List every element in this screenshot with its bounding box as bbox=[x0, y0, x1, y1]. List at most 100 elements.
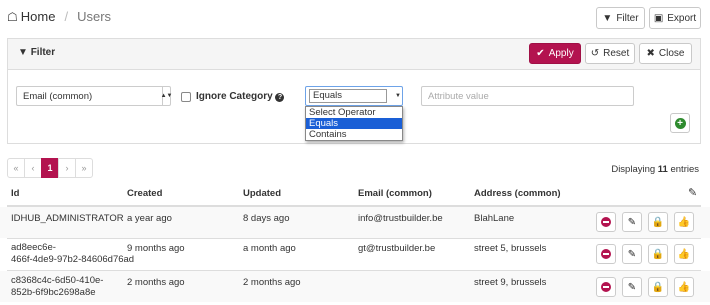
ignore-category-label: Ignore Category ? bbox=[196, 91, 285, 102]
pencil-icon: ✎ bbox=[627, 281, 637, 293]
lock-icon: 🔒 bbox=[651, 281, 665, 293]
chevron-down-icon: ▼ bbox=[395, 93, 401, 99]
column-header-email[interactable]: Email (common) bbox=[358, 188, 432, 199]
last-page-button[interactable]: » bbox=[75, 158, 93, 178]
operator-dropdown-list: Select Operator Equals Contains bbox=[305, 106, 403, 141]
entries-number: 11 bbox=[657, 164, 668, 175]
approve-button[interactable]: 👍 bbox=[674, 277, 694, 297]
filter-panel-title: ▼ Filter bbox=[18, 47, 55, 58]
export-button-label: Export bbox=[667, 12, 697, 24]
approve-button[interactable]: 👍 bbox=[674, 212, 694, 232]
cell-id[interactable]: ad8eec6e- 466f-4de9-97b2-84606d76ad bbox=[11, 242, 134, 266]
save-icon: ▣ bbox=[653, 12, 664, 24]
breadcrumb-separator: / bbox=[64, 9, 69, 24]
column-header-created[interactable]: Created bbox=[127, 188, 162, 199]
lock-icon: 🔒 bbox=[651, 248, 665, 260]
attribute-value-placeholder: Attribute value bbox=[428, 90, 489, 102]
attribute-select[interactable]: Email (common) ▲▼ bbox=[16, 86, 172, 106]
reset-button[interactable]: ↺ Reset bbox=[585, 43, 635, 64]
minus-circle-icon bbox=[601, 217, 611, 227]
export-button[interactable]: ▣ Export bbox=[649, 7, 701, 29]
cell-id-line: 466f-4de9-97b2-84606d76ad bbox=[11, 254, 135, 265]
column-header-updated[interactable]: Updated bbox=[243, 188, 281, 199]
cell-updated: a month ago bbox=[243, 243, 296, 254]
cell-created: 9 months ago bbox=[127, 243, 185, 254]
attribute-select-value: Email (common) bbox=[23, 90, 93, 102]
pagination: « ‹ 1 › » bbox=[7, 158, 93, 178]
table-row: c8368c4c-6d50-410e- 852b-6f9bc2698a8e 2 m… bbox=[0, 271, 710, 302]
entries-count: Displaying 11 entries bbox=[611, 164, 699, 175]
cell-id[interactable]: IDHUB_ADMINISTRATOR bbox=[11, 213, 124, 225]
help-icon[interactable]: ? bbox=[275, 93, 285, 102]
prev-page-button[interactable]: ‹ bbox=[24, 158, 42, 178]
chevron-down-icon: ▲▼ bbox=[161, 87, 172, 105]
check-icon: ✔ bbox=[536, 48, 545, 59]
filter-button-label: Filter bbox=[616, 12, 639, 24]
plus-circle-icon: + bbox=[674, 117, 686, 129]
breadcrumb: ☖ Home / Users bbox=[7, 9, 111, 24]
delete-button[interactable] bbox=[596, 244, 616, 264]
operator-option[interactable]: Contains bbox=[306, 129, 402, 140]
thumbs-up-icon: 👍 bbox=[677, 281, 691, 293]
edit-button[interactable]: ✎ bbox=[622, 244, 642, 264]
minus-circle-icon bbox=[601, 249, 611, 259]
delete-button[interactable] bbox=[596, 212, 616, 232]
breadcrumb-current: Users bbox=[77, 9, 112, 24]
pencil-icon: ✎ bbox=[627, 216, 637, 228]
operator-select[interactable]: Equals ▼ bbox=[305, 86, 403, 106]
approve-button[interactable]: 👍 bbox=[674, 244, 694, 264]
first-page-button[interactable]: « bbox=[7, 158, 25, 178]
lock-button[interactable]: 🔒 bbox=[648, 277, 668, 297]
apply-button-label: Apply bbox=[548, 48, 574, 59]
cell-id-line: ad8eec6e- bbox=[11, 242, 56, 253]
breadcrumb-home[interactable]: Home bbox=[21, 9, 56, 24]
page-1-button[interactable]: 1 bbox=[41, 158, 59, 178]
close-button-label: Close bbox=[658, 48, 685, 59]
thumbs-up-icon: 👍 bbox=[677, 248, 691, 260]
pencil-icon: ✎ bbox=[627, 248, 637, 260]
lock-button[interactable]: 🔒 bbox=[648, 212, 668, 232]
cell-address: street 9, brussels bbox=[474, 277, 547, 288]
add-filter-button[interactable]: + bbox=[670, 113, 690, 133]
cell-email: gt@trustbuilder.be bbox=[358, 243, 436, 254]
edit-columns-icon[interactable]: ✎ bbox=[688, 186, 697, 199]
lock-icon: 🔒 bbox=[651, 216, 665, 228]
column-header-address[interactable]: Address (common) bbox=[474, 188, 561, 199]
close-button[interactable]: ✖ Close bbox=[639, 43, 692, 64]
filter-icon: ▼ bbox=[18, 47, 28, 58]
cell-address: street 5, brussels bbox=[474, 243, 547, 254]
edit-button[interactable]: ✎ bbox=[622, 212, 642, 232]
minus-circle-icon bbox=[601, 282, 611, 292]
edit-button[interactable]: ✎ bbox=[622, 277, 642, 297]
cell-id-line: 852b-6f9bc2698a8e bbox=[11, 287, 96, 298]
attribute-value-input[interactable]: Attribute value bbox=[421, 86, 634, 106]
cell-updated: 8 days ago bbox=[243, 213, 290, 224]
operator-select-value: Equals bbox=[309, 89, 387, 103]
column-header-id[interactable]: Id bbox=[11, 188, 19, 199]
cell-created: 2 months ago bbox=[127, 277, 185, 288]
cell-id[interactable]: c8368c4c-6d50-410e- 852b-6f9bc2698a8e bbox=[11, 275, 103, 299]
ignore-category-checkbox[interactable] bbox=[181, 92, 191, 102]
home-icon[interactable]: ☖ bbox=[7, 10, 18, 24]
thumbs-up-icon: 👍 bbox=[677, 216, 691, 228]
lock-button[interactable]: 🔒 bbox=[648, 244, 668, 264]
operator-option[interactable]: Select Operator bbox=[306, 107, 402, 118]
apply-button[interactable]: ✔ Apply bbox=[529, 43, 581, 64]
cell-email: info@trustbuilder.be bbox=[358, 213, 443, 224]
reset-icon: ↺ bbox=[590, 48, 600, 59]
entries-prefix: Displaying bbox=[611, 164, 658, 175]
entries-suffix: entries bbox=[667, 164, 699, 175]
filter-button[interactable]: ▼ Filter bbox=[596, 7, 645, 29]
cell-updated: 2 months ago bbox=[243, 277, 301, 288]
operator-option-selected[interactable]: Equals bbox=[306, 118, 402, 129]
delete-button[interactable] bbox=[596, 277, 616, 297]
cell-created: a year ago bbox=[127, 213, 172, 224]
cell-id-line: c8368c4c-6d50-410e- bbox=[11, 275, 104, 286]
reset-button-label: Reset bbox=[603, 48, 630, 59]
cell-address: BlahLane bbox=[474, 213, 515, 224]
filter-icon: ▼ bbox=[602, 12, 613, 24]
table-header: Id Created Updated Email (common) Addres… bbox=[0, 185, 710, 203]
table-row: IDHUB_ADMINISTRATOR a year ago 8 days ag… bbox=[0, 207, 710, 238]
next-page-button[interactable]: › bbox=[58, 158, 76, 178]
filter-title-text: Filter bbox=[30, 47, 56, 58]
